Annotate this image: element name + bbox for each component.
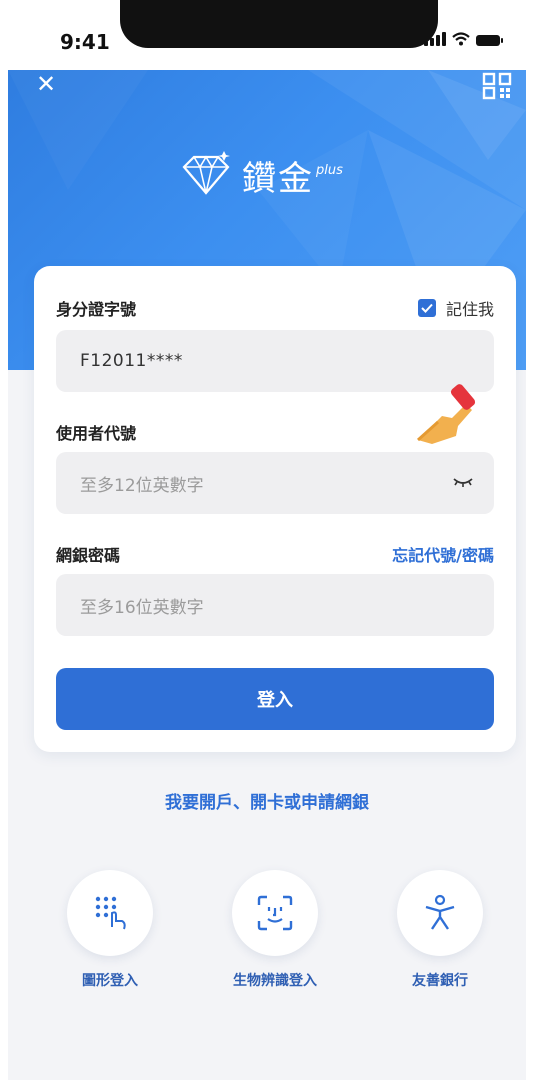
biometric-login-option[interactable]: 生物辨識登入 [195,870,355,990]
pattern-login-label: 圖形登入 [82,973,138,989]
check-icon [421,303,433,313]
id-label: 身分證字號 [56,300,137,319]
status-time: 9:41 [60,30,110,54]
login-button[interactable]: 登入 [56,668,494,730]
password-placeholder: 至多16位英數字 [80,597,204,618]
face-id-icon [257,895,293,931]
signal-icon [424,32,446,46]
phone-screen: 9:41 ✕ 鑽金 plus 身分證字號 記住我 F12011**** 使用者代… [8,0,526,1080]
remember-checkbox[interactable] [417,299,436,317]
open-account-link[interactable]: 我要開戶、開卡或申請網銀 [8,788,526,813]
forgot-credentials-link[interactable]: 忘記代號/密碼 [392,542,494,566]
biometric-login-circle[interactable] [232,870,318,956]
friendly-bank-option[interactable]: 友善銀行 [360,870,520,990]
user-id-input[interactable]: 至多12位英數字 [56,452,494,514]
remember-label: 記住我 [445,300,494,319]
remember-me-toggle[interactable]: 記住我 [417,296,494,320]
close-icon[interactable]: ✕ [34,72,58,96]
qr-code-icon[interactable] [482,72,512,100]
tap-hand-icon [416,384,476,444]
password-input[interactable]: 至多16位英數字 [56,574,494,636]
status-icons [424,32,503,46]
user-id-placeholder: 至多12位英數字 [80,475,204,496]
pattern-login-option[interactable]: 圖形登入 [30,870,190,990]
login-card: 身分證字號 記住我 F12011**** 使用者代號 至多12位英數字 網銀密碼… [34,266,516,752]
battery-icon [476,35,503,46]
biometric-login-label: 生物辨識登入 [233,973,317,989]
password-label: 網銀密碼 [56,546,121,565]
diamond-icon [182,151,230,195]
wifi-icon [452,32,470,46]
status-bar: 9:41 [8,0,526,70]
pattern-dots-icon [95,896,126,930]
pattern-login-circle[interactable] [67,870,153,956]
eye-closed-icon[interactable] [452,470,474,492]
user-id-label: 使用者代號 [56,424,137,443]
friendly-bank-label: 友善銀行 [412,973,468,989]
accessibility-icon [425,894,455,930]
logo-text: 鑽金 [242,158,314,199]
friendly-bank-circle[interactable] [397,870,483,956]
id-input-value: F12011**** [80,351,183,371]
brand-logo: 鑽金 plus [178,140,378,210]
notch [120,0,438,48]
logo-plus: plus [316,162,343,178]
